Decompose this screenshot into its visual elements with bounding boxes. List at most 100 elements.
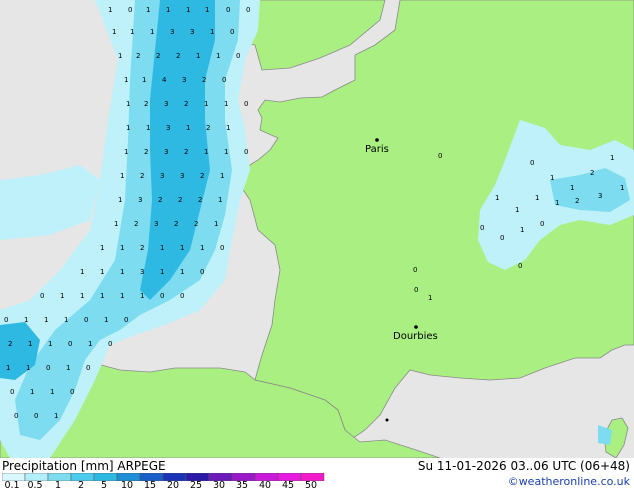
svg-text:1: 1 [126, 100, 130, 108]
svg-text:0: 0 [244, 148, 248, 156]
svg-text:1: 1 [118, 196, 122, 204]
svg-text:2: 2 [156, 52, 160, 60]
svg-text:1: 1 [124, 148, 128, 156]
svg-text:1: 1 [160, 268, 164, 276]
svg-text:3: 3 [190, 28, 194, 36]
svg-text:2: 2 [184, 148, 188, 156]
svg-text:0: 0 [10, 388, 14, 396]
svg-text:1: 1 [535, 194, 539, 202]
svg-text:0: 0 [200, 268, 204, 276]
scale-tick-label: 50 [304, 480, 318, 491]
svg-text:1: 1 [520, 226, 524, 234]
scale-tick-label: 15 [143, 480, 157, 491]
svg-text:3: 3 [170, 28, 174, 36]
scale-tick-label: 1 [54, 480, 62, 491]
svg-text:1: 1 [120, 268, 124, 276]
svg-text:1: 1 [64, 316, 68, 324]
svg-text:1: 1 [100, 244, 104, 252]
city-label-paris: Paris [365, 144, 389, 155]
svg-text:3: 3 [180, 172, 184, 180]
svg-text:1: 1 [120, 172, 124, 180]
svg-text:0: 0 [413, 266, 417, 274]
svg-text:1: 1 [150, 28, 154, 36]
svg-text:1: 1 [66, 364, 70, 372]
svg-text:0: 0 [124, 316, 128, 324]
scale-tick-label: 0.1 [4, 480, 20, 491]
svg-text:1: 1 [220, 172, 224, 180]
svg-text:1: 1 [196, 52, 200, 60]
scale-tick-label: 35 [235, 480, 249, 491]
svg-text:1: 1 [428, 294, 432, 302]
svg-text:1: 1 [186, 124, 190, 132]
svg-text:2: 2 [136, 52, 140, 60]
svg-text:3: 3 [154, 220, 158, 228]
svg-text:0: 0 [70, 388, 74, 396]
svg-text:1: 1 [126, 124, 130, 132]
svg-text:1: 1 [120, 244, 124, 252]
svg-text:2: 2 [176, 52, 180, 60]
svg-text:2: 2 [202, 76, 206, 84]
svg-text:1: 1 [495, 194, 499, 202]
svg-text:2: 2 [200, 172, 204, 180]
svg-text:0: 0 [128, 6, 132, 14]
svg-text:1: 1 [180, 244, 184, 252]
svg-text:1: 1 [204, 148, 208, 156]
scale-tick-label: 45 [281, 480, 295, 491]
svg-text:1: 1 [160, 244, 164, 252]
svg-text:0: 0 [414, 286, 418, 294]
city-dot-unlabeled [385, 418, 389, 422]
svg-text:1: 1 [180, 268, 184, 276]
svg-text:1: 1 [28, 340, 32, 348]
svg-text:0: 0 [246, 6, 250, 14]
svg-text:2: 2 [140, 172, 144, 180]
svg-text:1: 1 [114, 220, 118, 228]
svg-text:3: 3 [166, 124, 170, 132]
scale-tick-label: 10 [120, 480, 134, 491]
svg-text:0: 0 [500, 234, 504, 242]
svg-text:2: 2 [158, 196, 162, 204]
svg-text:2: 2 [178, 196, 182, 204]
scale-tick-label: 30 [212, 480, 226, 491]
svg-text:0: 0 [108, 340, 112, 348]
svg-text:1: 1 [216, 52, 220, 60]
svg-text:1: 1 [226, 124, 230, 132]
svg-text:1: 1 [570, 184, 574, 192]
city-label-dourbies: Dourbies [393, 331, 438, 342]
svg-text:3: 3 [598, 192, 602, 200]
svg-text:1: 1 [550, 174, 554, 182]
scale-tick-label: 5 [100, 480, 108, 491]
scale-tick-label: 0.5 [27, 480, 43, 491]
svg-text:1: 1 [515, 206, 519, 214]
svg-text:1: 1 [224, 148, 228, 156]
svg-text:1: 1 [112, 28, 116, 36]
svg-text:0: 0 [540, 220, 544, 228]
svg-text:2: 2 [144, 148, 148, 156]
svg-text:0: 0 [34, 412, 38, 420]
svg-text:3: 3 [164, 100, 168, 108]
svg-text:1: 1 [210, 28, 214, 36]
svg-text:2: 2 [198, 196, 202, 204]
svg-text:1: 1 [60, 292, 64, 300]
svg-text:1: 1 [24, 316, 28, 324]
svg-text:0: 0 [46, 364, 50, 372]
svg-text:2: 2 [134, 220, 138, 228]
svg-text:2: 2 [184, 100, 188, 108]
svg-text:3: 3 [140, 268, 144, 276]
svg-text:1: 1 [142, 76, 146, 84]
credit-link[interactable]: ©weatheronline.co.uk [508, 475, 630, 488]
svg-text:0: 0 [244, 100, 248, 108]
svg-text:0: 0 [222, 76, 226, 84]
svg-text:1: 1 [214, 220, 218, 228]
city-dot-paris [375, 138, 379, 142]
svg-text:0: 0 [438, 152, 442, 160]
svg-text:2: 2 [194, 220, 198, 228]
svg-text:1: 1 [80, 268, 84, 276]
svg-text:1: 1 [104, 316, 108, 324]
svg-text:1: 1 [26, 364, 30, 372]
svg-text:0: 0 [236, 52, 240, 60]
scale-tick-label: 25 [189, 480, 203, 491]
scale-tick-labels: 0.1 0.5 1 2 5 10 15 20 25 30 35 40 45 50 [0, 480, 330, 491]
scale-tick-label: 40 [258, 480, 272, 491]
svg-text:1: 1 [124, 76, 128, 84]
svg-text:1: 1 [130, 28, 134, 36]
